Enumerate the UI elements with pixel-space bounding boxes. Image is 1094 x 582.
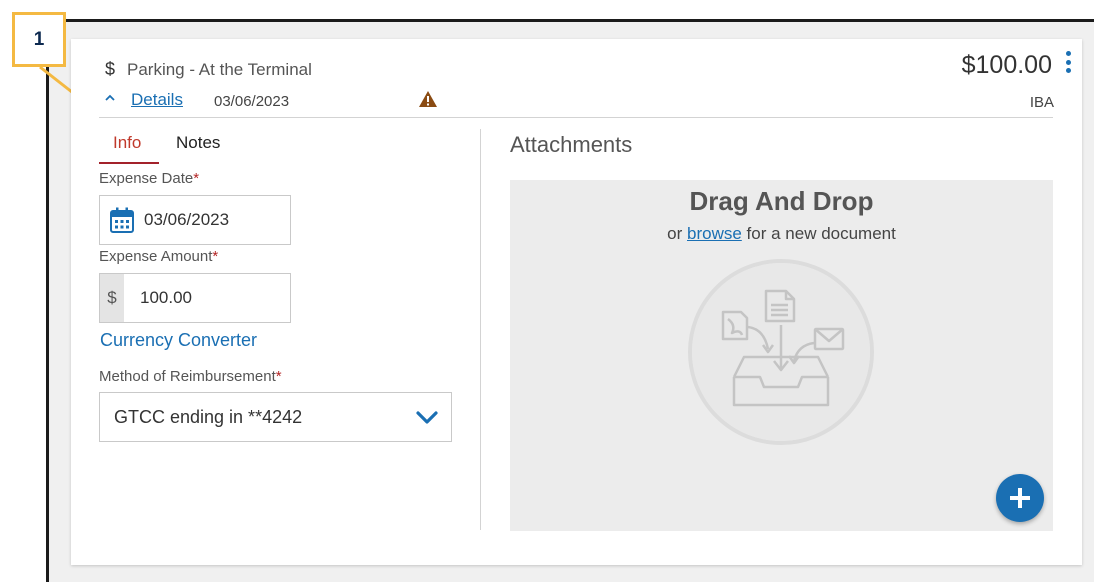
chevron-down-icon[interactable] [415, 408, 439, 426]
expense-amount-value[interactable]: 100.00 [140, 288, 192, 308]
expense-amount-label: Expense Amount* [99, 248, 219, 265]
browse-link[interactable]: browse [687, 224, 742, 243]
expense-amount-field[interactable]: $ 100.00 [99, 273, 291, 323]
more-options-icon[interactable] [1064, 51, 1072, 73]
calendar-icon[interactable] [110, 207, 134, 233]
dollar-icon: $ [105, 59, 116, 79]
reimbursement-method-select[interactable]: GTCC ending in **4242 [99, 392, 452, 442]
add-attachment-button[interactable] [996, 474, 1044, 522]
dropzone-subtitle: or browse for a new document [667, 224, 896, 243]
expense-date-field[interactable]: 03/06/2023 [99, 195, 291, 245]
dropzone-title: Drag And Drop [689, 186, 874, 216]
chevron-up-icon[interactable] [102, 90, 118, 106]
attachment-dropzone[interactable]: Drag And Drop or browse for a new docume… [510, 180, 1053, 531]
screen: 1 $ Parking - At the Terminal $100.00 De… [0, 0, 1094, 582]
required-marker: * [212, 248, 219, 265]
currency-prefix: $ [100, 274, 124, 322]
column-divider [480, 129, 481, 530]
upload-illustration-icon [688, 259, 874, 445]
frame-border-top [46, 19, 1094, 22]
reimbursement-method-value[interactable]: GTCC ending in **4242 [114, 407, 302, 428]
expense-code: IBA [1029, 94, 1054, 111]
expense-title: Parking - At the Terminal [127, 60, 312, 79]
expense-date-value[interactable]: 03/06/2023 [144, 210, 229, 230]
required-marker: * [193, 170, 200, 187]
tab-notes[interactable]: Notes [176, 133, 220, 153]
expense-card: $ Parking - At the Terminal $100.00 Deta… [71, 39, 1082, 565]
details-toggle-link[interactable]: Details [131, 90, 183, 110]
step-callout-number: 1 [33, 28, 45, 50]
expense-date-label: Expense Date* [99, 170, 200, 187]
expense-total: $100.00 [961, 51, 1052, 79]
reimbursement-method-label: Method of Reimbursement* [99, 368, 282, 385]
step-callout: 1 [12, 12, 66, 67]
frame-border-left [46, 19, 49, 582]
attachments-title: Attachments [510, 132, 633, 157]
required-marker: * [275, 368, 282, 385]
currency-converter-link[interactable]: Currency Converter [100, 330, 257, 351]
warning-icon[interactable] [418, 90, 438, 108]
expense-header-date: 03/06/2023 [214, 93, 290, 110]
tab-info[interactable]: Info [99, 133, 159, 164]
plus-icon [1010, 488, 1030, 508]
header-divider [99, 117, 1053, 118]
